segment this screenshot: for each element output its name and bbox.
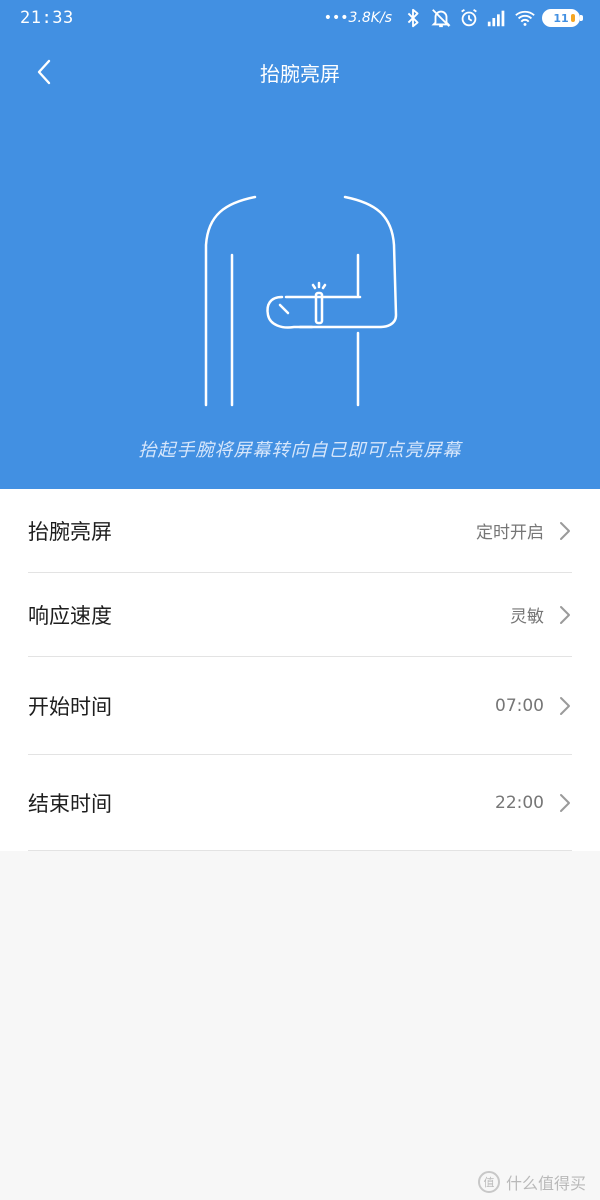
signal-icon <box>487 10 505 27</box>
battery-icon: 11 <box>542 9 583 27</box>
instruction-hint: 抬起手腕将屏幕转向自己即可点亮屏幕 <box>138 440 462 461</box>
setting-row-raise-wrist[interactable]: 抬腕亮屏 定时开启 <box>28 489 572 573</box>
chevron-right-icon <box>560 605 570 624</box>
setting-label: 响应速度 <box>28 603 112 628</box>
setting-value: 07:00 <box>495 695 544 716</box>
wifi-icon <box>515 10 535 26</box>
setting-row-response-speed[interactable]: 响应速度 灵敏 <box>28 573 572 657</box>
mute-bell-icon <box>431 9 451 28</box>
setting-value: 22:00 <box>495 792 544 813</box>
setting-label: 抬腕亮屏 <box>28 519 112 544</box>
chevron-right-icon <box>560 521 570 540</box>
chevron-right-icon <box>560 696 570 715</box>
watermark: 值 什么值得买 <box>477 1170 586 1194</box>
status-bar: 21:33 •••3.8K/s 11 <box>0 0 600 38</box>
header-banner: 21:33 •••3.8K/s 11 抬腕亮屏 抬起手腕将屏幕转向自己即可点亮屏… <box>0 0 600 489</box>
setting-value: 定时开启 <box>476 523 544 543</box>
chevron-right-icon <box>560 793 570 812</box>
settings-list: 抬腕亮屏 定时开启 响应速度 灵敏 开始时间 07:00 结束时间 22:00 <box>0 489 600 851</box>
bluetooth-icon <box>407 8 419 28</box>
setting-label: 结束时间 <box>28 791 112 816</box>
setting-label: 开始时间 <box>28 694 112 719</box>
page-title: 抬腕亮屏 <box>260 62 340 86</box>
setting-row-start-time[interactable]: 开始时间 07:00 <box>28 657 572 755</box>
status-time: 21:33 <box>20 8 74 28</box>
status-icons: •••3.8K/s 11 <box>323 6 583 30</box>
network-speed: •••3.8K/s <box>323 10 392 26</box>
alarm-icon <box>461 8 477 27</box>
watermark-text: 什么值得买 <box>505 1174 586 1193</box>
battery-level: 11 <box>553 11 569 25</box>
setting-row-end-time[interactable]: 结束时间 22:00 <box>28 755 572 851</box>
raise-wrist-illustration <box>204 195 398 407</box>
setting-value: 灵敏 <box>510 607 544 627</box>
watermark-logo-icon: 值 <box>477 1171 500 1193</box>
